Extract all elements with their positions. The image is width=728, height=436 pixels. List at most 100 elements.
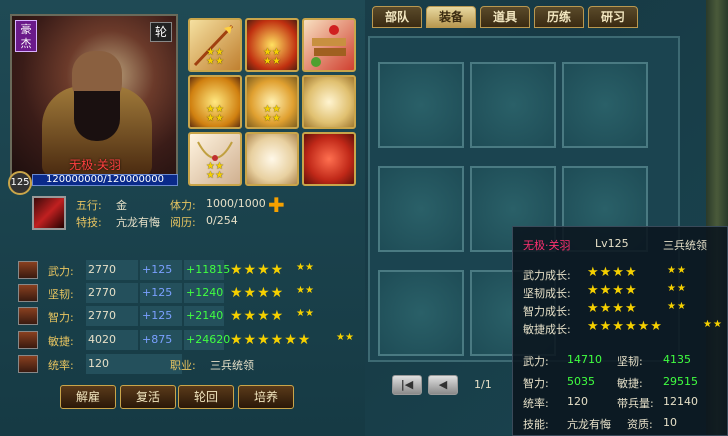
attr-stars: ★★★★★★ — [230, 332, 312, 348]
special-label: 特技: — [76, 216, 102, 229]
attr-stars: ★★★★ — [230, 262, 285, 278]
jianren-icon — [18, 284, 38, 302]
tooltip-daibing-label: 带兵量: — [617, 397, 654, 410]
tab-equipment[interactable]: 装备 — [426, 6, 476, 28]
equip-slot-idol[interactable] — [302, 75, 356, 129]
tooltip-skill: 亢龙有悔 — [567, 418, 611, 431]
attr-add: +125 — [140, 283, 182, 303]
train-button[interactable]: 培养 — [238, 385, 294, 409]
first-page-button[interactable]: |◀ — [392, 375, 422, 395]
equipment-grid: ★★ ★★ ★★ ★★ ★★ ★★ ★★ ★★ ★★ ★★ — [188, 18, 356, 186]
minjie-icon — [18, 331, 38, 349]
tab-troops[interactable]: 部队 — [372, 6, 422, 28]
slot-stars: ★★ ★★ — [206, 47, 224, 67]
tooltip-jianren-label: 坚韧: — [617, 355, 643, 368]
tooltip-growth-stars: ★★★★ — [587, 301, 638, 316]
attr-add: +875 — [140, 330, 182, 350]
attr-base: 2770 — [86, 283, 138, 303]
inventory-slot[interactable] — [378, 270, 464, 356]
command-label: 统率: — [48, 359, 74, 372]
slot-stars: ★★ ★★ — [263, 47, 281, 67]
equip-slot-spear[interactable]: ★★ ★★ — [188, 18, 242, 72]
element-value: 金 — [116, 199, 127, 212]
tooltip-aptitude: 10 — [663, 416, 677, 429]
tooltip-job: 三兵统领 — [663, 239, 707, 252]
tooltip-wuli: 14710 — [567, 353, 602, 366]
tab-study[interactable]: 研习 — [588, 6, 638, 28]
inventory-slot[interactable] — [378, 62, 464, 148]
round-badge: 轮 — [150, 22, 172, 42]
tooltip-zhili-label: 智力: — [523, 377, 549, 390]
attr-row-zhili: 智力: 2770 +125 +2140 ★★★★ ★★ — [18, 306, 363, 326]
attr-stars: ★★★★ — [230, 308, 285, 324]
wuli-icon — [18, 261, 38, 279]
special-skill-icon[interactable] — [32, 196, 66, 230]
equip-slot-scrolls[interactable] — [302, 18, 356, 72]
tooltip-growth-stars: ★★★★ — [587, 265, 638, 280]
tooltip-growth-label: 武力成长: — [523, 269, 571, 282]
attr-name: 坚韧: — [48, 288, 74, 301]
tooltip-growth-stars: ★★★★ — [587, 283, 638, 298]
attr-small-stars: ★★ — [296, 308, 314, 319]
stamina-value: 1000/1000 — [206, 197, 266, 210]
attr-small-stars: ★★ — [296, 285, 314, 296]
attr-base: 2770 — [86, 306, 138, 326]
tooltip-wuli-label: 武力: — [523, 355, 549, 368]
tooltip-tonglv: 120 — [567, 395, 588, 408]
equip-slot-armor[interactable]: ★★ ★★ — [245, 18, 299, 72]
tooltip-growth-small: ★★ — [703, 319, 723, 330]
tooltip-zhili: 5035 — [567, 375, 595, 388]
tooltip-growth-small: ★★ — [667, 265, 687, 276]
tooltip-name: 无极·关羽 — [523, 239, 571, 252]
slot-stars: ★★ ★★ — [206, 104, 224, 124]
tooltip-daibing: 12140 — [663, 395, 698, 408]
tab-items[interactable]: 道具 — [480, 6, 530, 28]
attr-grow: +2140 — [184, 306, 224, 326]
revive-button[interactable]: 复活 — [120, 385, 176, 409]
attr-name: 智力: — [48, 311, 74, 324]
slot-stars: ★★ ★★ — [206, 161, 224, 181]
attr-add: +125 — [140, 306, 182, 326]
slot-stars: ★★ ★★ — [263, 104, 281, 124]
equip-slot-necklace[interactable]: ★★ ★★ — [188, 132, 242, 186]
attr-grow: +1240 — [184, 283, 224, 303]
exp-value: 0/254 — [206, 214, 238, 227]
dismiss-button[interactable]: 解雇 — [60, 385, 116, 409]
special-value: 亢龙有悔 — [116, 216, 160, 229]
tooltip-skill-label: 技能: — [523, 418, 549, 431]
inventory-slot[interactable] — [378, 166, 464, 252]
attr-row-minjie: 敏捷: 4020 +875 +24620 ★★★★★★ ★★ — [18, 330, 363, 350]
scroll-bundle-icon — [311, 25, 346, 67]
tooltip-growth-label: 智力成长: — [523, 305, 571, 318]
prev-page-button[interactable]: ◀ — [428, 375, 458, 395]
tooltip-minjie: 29515 — [663, 375, 698, 388]
tooltip-growth-small: ★★ — [667, 301, 687, 312]
inventory-slot[interactable] — [562, 62, 648, 148]
attr-grow: +11815 — [184, 260, 230, 280]
beard-shape — [74, 91, 120, 141]
tooltip-tonglv-label: 统率: — [523, 397, 549, 410]
equip-slot-phoenix[interactable]: ★★ ★★ — [245, 75, 299, 129]
attr-row-command: 统率: 120 职业: 三兵统领 — [18, 354, 363, 374]
stamina-label: 体力: — [170, 199, 196, 212]
attr-add: +125 — [140, 260, 182, 280]
tooltip-level: Lv125 — [595, 237, 629, 250]
hero-tooltip: 无极·关羽 Lv125 三兵统领 武力成长: ★★★★ ★★ 坚韧成长: ★★★… — [512, 226, 728, 436]
tab-training[interactable]: 历练 — [534, 6, 584, 28]
tooltip-growth-label: 敏捷成长: — [523, 323, 571, 336]
cycle-button[interactable]: 轮回 — [178, 385, 234, 409]
attr-base: 2770 — [86, 260, 138, 280]
attr-small-stars: ★★ — [296, 262, 314, 273]
tooltip-aptitude-label: 资质: — [627, 418, 653, 431]
equip-slot-dragon[interactable] — [245, 132, 299, 186]
zhili-icon — [18, 307, 38, 325]
element-label: 五行: — [76, 199, 102, 212]
hp-bar: 120000000/120000000 — [32, 174, 178, 186]
inventory-slot[interactable] — [470, 62, 556, 148]
equip-slot-banner[interactable] — [302, 132, 356, 186]
attr-name: 敏捷: — [48, 335, 74, 348]
equip-slot-treasure[interactable]: ★★ ★★ — [188, 75, 242, 129]
hero-name: 无极·关羽 — [69, 158, 121, 172]
add-stamina-button[interactable]: ✚ — [268, 193, 285, 217]
exp-label: 阅历: — [170, 216, 196, 229]
